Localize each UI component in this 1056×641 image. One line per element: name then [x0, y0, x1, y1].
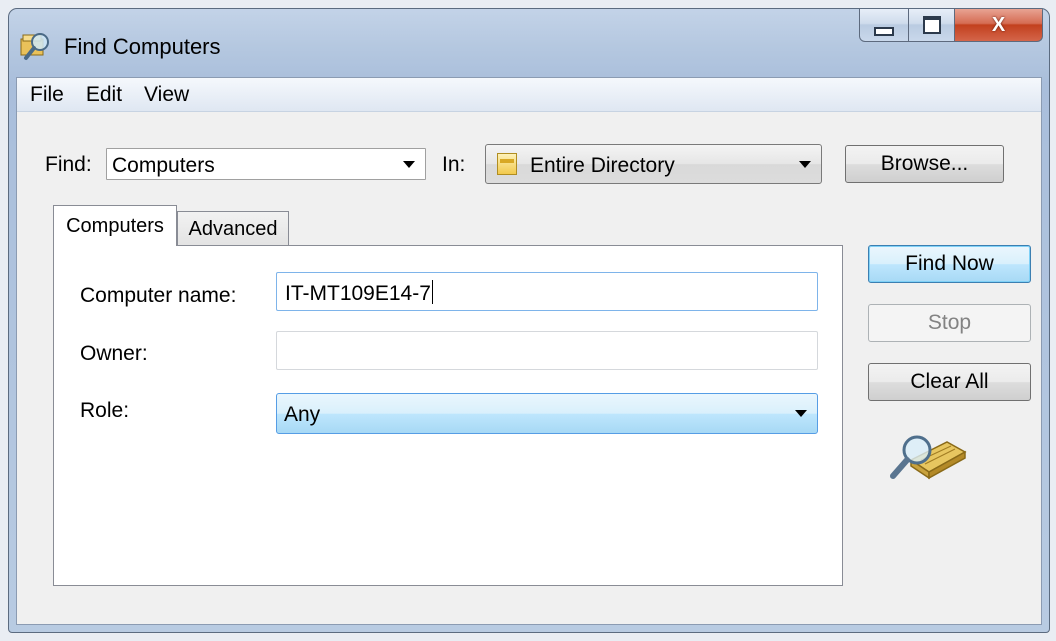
computer-name-input[interactable]: IT-MT109E14-7	[276, 272, 818, 311]
in-scope-select[interactable]: Entire Directory	[485, 144, 822, 184]
find-now-button[interactable]: Find Now	[868, 245, 1031, 283]
clear-all-button[interactable]: Clear All	[868, 363, 1031, 401]
close-button[interactable]: X	[955, 9, 1043, 42]
owner-label: Owner:	[80, 342, 148, 365]
dialog-client-area: File Edit View Find: Computers In: Entir…	[16, 77, 1042, 625]
chevron-down-icon	[795, 410, 807, 417]
title-bar[interactable]: Find Computers X	[9, 9, 1049, 77]
menu-bar: File Edit View	[17, 78, 1041, 112]
magnifier-over-tray-icon	[890, 435, 967, 480]
maximize-button[interactable]	[909, 9, 955, 42]
in-scope-value: Entire Directory	[530, 154, 675, 177]
find-label: Find:	[45, 153, 92, 176]
menu-view[interactable]: View	[133, 83, 200, 107]
stop-button[interactable]: Stop	[868, 304, 1031, 342]
find-type-select[interactable]: Computers	[106, 148, 426, 180]
find-computers-window: Find Computers X File Edit View Find: Co…	[8, 8, 1050, 633]
folder-icon	[497, 153, 517, 175]
text-caret	[431, 280, 433, 304]
computers-tab-panel: Computer name: IT-MT109E14-7 Owner: Role…	[53, 245, 843, 586]
menu-edit[interactable]: Edit	[75, 83, 133, 107]
role-label: Role:	[80, 399, 130, 422]
tab-advanced[interactable]: Advanced	[177, 211, 289, 246]
owner-input[interactable]	[276, 331, 818, 370]
computer-name-value: IT-MT109E14-7	[285, 280, 433, 305]
maximize-icon	[922, 16, 941, 34]
tab-computers[interactable]: Computers	[53, 205, 177, 246]
minimize-icon	[874, 26, 894, 36]
chevron-down-icon	[799, 161, 811, 168]
role-value: Any	[284, 403, 321, 426]
caption-buttons: X	[859, 9, 1043, 43]
find-computers-icon	[20, 33, 49, 60]
find-type-value: Computers	[112, 154, 215, 177]
menu-file[interactable]: File	[17, 83, 75, 107]
minimize-button[interactable]	[859, 9, 909, 42]
chevron-down-icon	[403, 161, 415, 168]
close-icon: X	[991, 13, 1006, 36]
role-select[interactable]: Any	[276, 393, 818, 434]
in-label: In:	[442, 153, 466, 176]
window-title: Find Computers	[64, 34, 221, 59]
computer-name-label: Computer name:	[80, 284, 237, 307]
browse-button[interactable]: Browse...	[845, 145, 1004, 183]
